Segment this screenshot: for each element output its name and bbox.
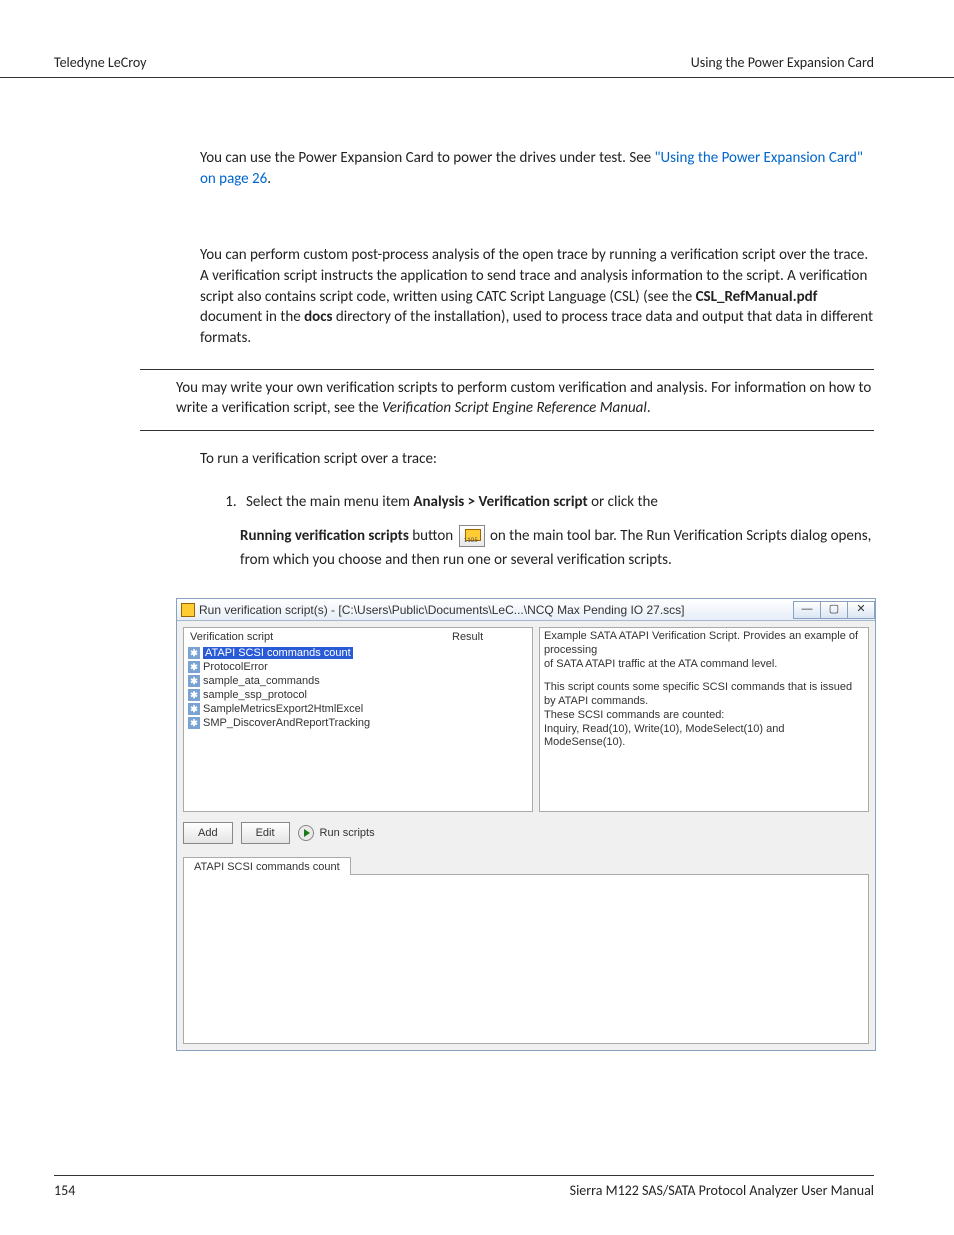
text: Select the main menu item — [246, 493, 413, 511]
page-header: Teledyne LeCroy Using the Power Expansio… — [0, 0, 954, 78]
app-icon — [181, 603, 195, 617]
script-list[interactable]: ✱ATAPI SCSI commands count ✱ProtocolErro… — [188, 646, 528, 730]
script-list-box: Verification script Result ✱ATAPI SCSI c… — [183, 627, 533, 812]
desc-line: Inquiry, Read(10), Write(10), ModeSelect… — [544, 723, 864, 751]
script-item[interactable]: ✱ATAPI SCSI commands count — [188, 646, 528, 660]
dialog-figure: Run verification script(s) - [C:\Users\P… — [176, 598, 876, 1051]
script-icon: ✱ — [188, 661, 200, 673]
output-pane — [183, 874, 869, 1044]
script-label: ATAPI SCSI commands count — [203, 647, 353, 659]
script-item[interactable]: ✱SampleMetricsExport2HtmlExcel — [188, 702, 528, 716]
minimize-button[interactable]: — — [793, 601, 821, 619]
button-name: Running verification scripts — [240, 527, 409, 545]
close-button[interactable]: ✕ — [847, 601, 875, 619]
manual-title-footer: Sierra M122 SAS/SATA Protocol Analyzer U… — [570, 1182, 874, 1199]
page-footer: 154 Sierra M122 SAS/SATA Protocol Analyz… — [54, 1175, 874, 1199]
text: document in the — [200, 308, 304, 326]
note-block: You may write your own verification scri… — [140, 369, 874, 432]
col-header-result[interactable]: Result — [452, 631, 483, 643]
text: . — [267, 170, 271, 188]
script-item[interactable]: ✱sample_ssp_protocol — [188, 688, 528, 702]
step-1: Select the main menu item Analysis > Ver… — [240, 490, 874, 514]
desc-line: of SATA ATAPI traffic at the ATA command… — [544, 658, 864, 672]
output-tab[interactable]: ATAPI SCSI commands count — [183, 857, 351, 875]
paragraph-power-card: You can use the Power Expansion Card to … — [200, 148, 874, 189]
maximize-button[interactable]: ▢ — [820, 601, 848, 619]
text: button — [409, 527, 457, 545]
desc-line: This script counts some specific SCSI co… — [544, 681, 864, 709]
manual-title: Verification Script Engine Reference Man… — [382, 399, 647, 417]
dialog-body: Verification script Result ✱ATAPI SCSI c… — [177, 621, 875, 1050]
step-1-body: Running verification scripts button on t… — [240, 524, 874, 572]
text: You can use the Power Expansion Card to … — [200, 149, 655, 167]
script-icon: ✱ — [188, 703, 200, 715]
paragraph-verification-intro: You can perform custom post-process anal… — [200, 245, 874, 348]
header-left: Teledyne LeCroy — [54, 54, 147, 71]
button-row: Add Edit Run scripts — [183, 822, 869, 844]
text: or click the — [588, 493, 658, 511]
tab-strip: ATAPI SCSI commands count — [183, 856, 869, 1044]
window-title: Run verification script(s) - [C:\Users\P… — [199, 603, 685, 617]
filename-csl-ref: CSL_RefManual.pdf — [696, 288, 818, 306]
edit-button[interactable]: Edit — [241, 822, 290, 844]
verification-script-icon — [459, 525, 485, 547]
menu-path: Analysis > Verification script — [413, 493, 587, 511]
col-header-script[interactable]: Verification script — [190, 631, 452, 643]
add-button[interactable]: Add — [183, 822, 233, 844]
script-label: SMP_DiscoverAndReportTracking — [203, 717, 370, 729]
script-icon: ✱ — [188, 689, 200, 701]
script-label: SampleMetricsExport2HtmlExcel — [203, 703, 363, 715]
page-number: 154 — [54, 1182, 75, 1199]
title-bar: Run verification script(s) - [C:\Users\P… — [177, 599, 875, 621]
page-content: You can use the Power Expansion Card to … — [0, 78, 954, 1051]
text: . — [647, 399, 651, 417]
paragraph-run-intro: To run a verification script over a trac… — [200, 449, 874, 470]
run-scripts-label[interactable]: Run scripts — [320, 827, 375, 839]
script-icon: ✱ — [188, 717, 200, 729]
script-item[interactable]: ✱ProtocolError — [188, 660, 528, 674]
script-label: ProtocolError — [203, 661, 268, 673]
play-icon[interactable] — [298, 825, 314, 841]
script-item[interactable]: ✱SMP_DiscoverAndReportTracking — [188, 716, 528, 730]
desc-line: These SCSI commands are counted: — [544, 709, 864, 723]
script-label: sample_ata_commands — [203, 675, 320, 687]
window-controls: — ▢ ✕ — [794, 601, 875, 619]
description-box: Example SATA ATAPI Verification Script. … — [539, 627, 869, 812]
script-item[interactable]: ✱sample_ata_commands — [188, 674, 528, 688]
script-label: sample_ssp_protocol — [203, 689, 307, 701]
folder-docs: docs — [304, 308, 332, 326]
desc-line: Example SATA ATAPI Verification Script. … — [544, 630, 864, 658]
script-icon: ✱ — [188, 675, 200, 687]
script-icon: ✱ — [188, 647, 200, 659]
header-right: Using the Power Expansion Card — [691, 54, 874, 71]
step-list: Select the main menu item Analysis > Ver… — [240, 490, 874, 514]
dialog-window: Run verification script(s) - [C:\Users\P… — [176, 598, 876, 1051]
